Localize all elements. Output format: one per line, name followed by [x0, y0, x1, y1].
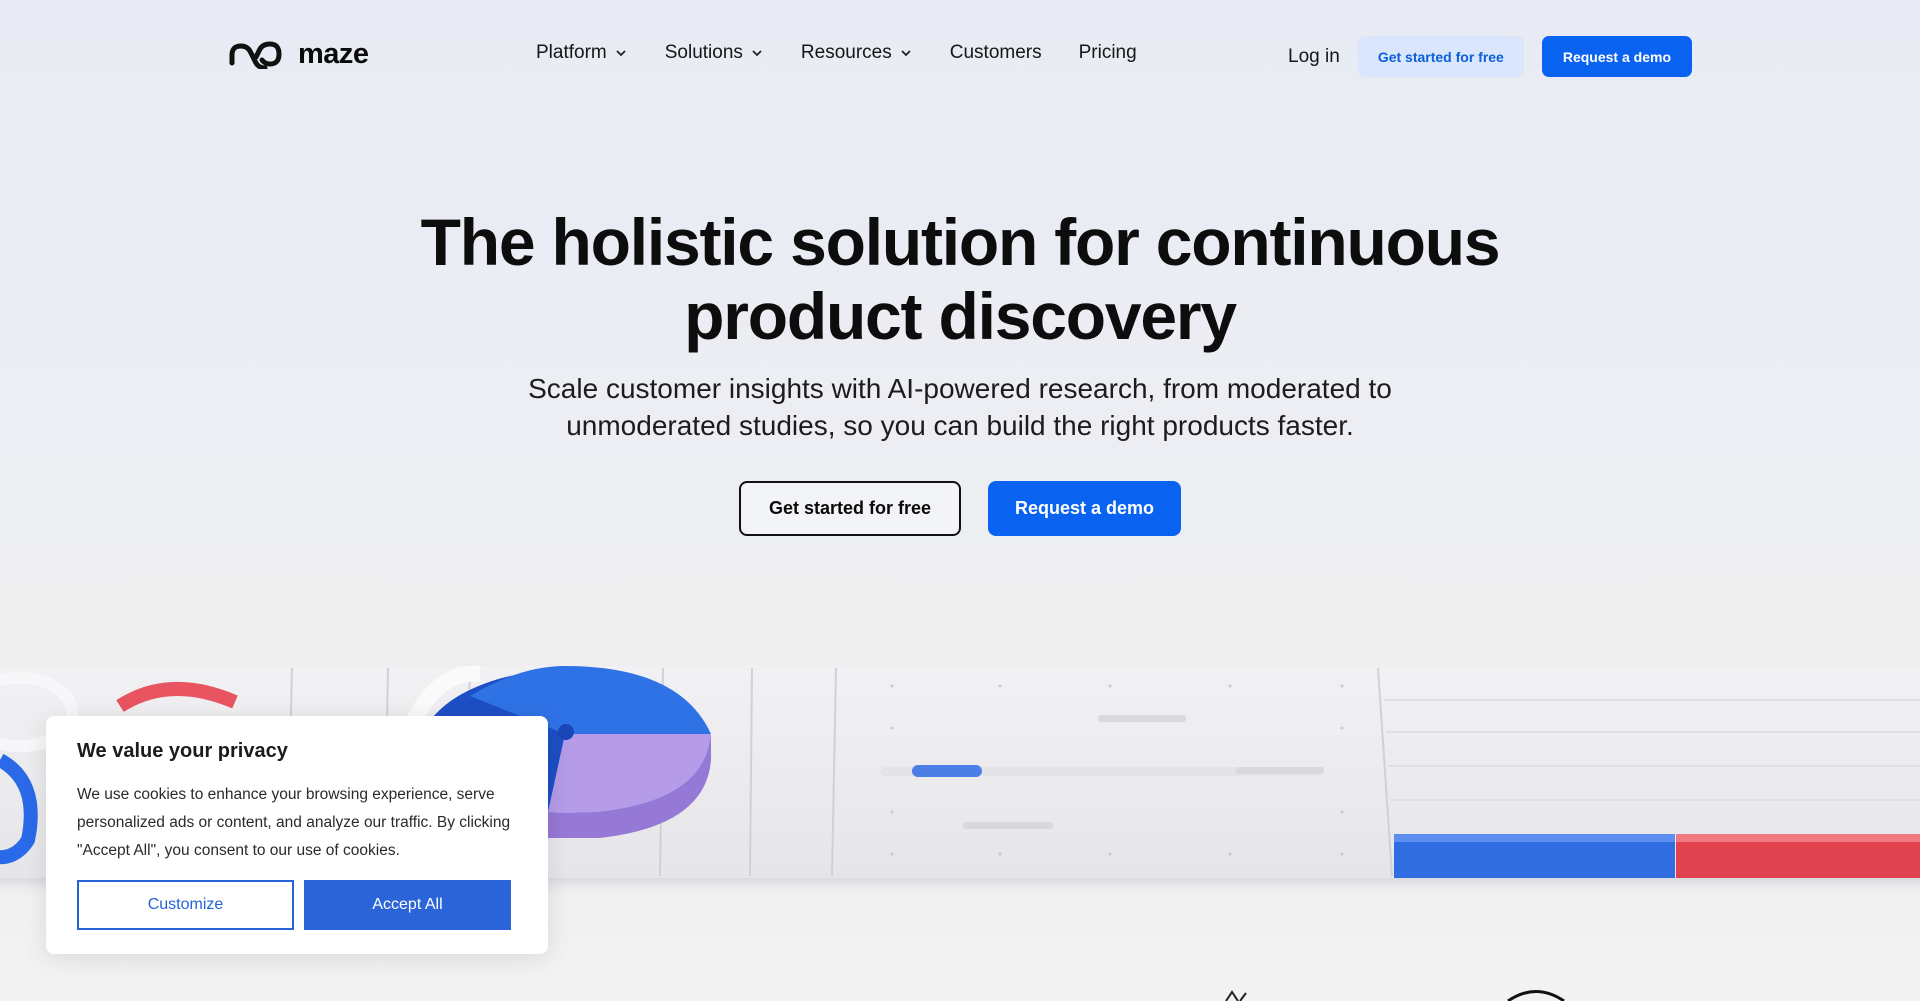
nav-item-label: Solutions: [664, 42, 743, 63]
bar-segment-blue-top: [1394, 834, 1675, 842]
hero-request-demo-button[interactable]: Request a demo: [988, 481, 1181, 536]
nav-actions: Log in Get started for free Request a de…: [1288, 36, 1692, 77]
top-navigation: maze Platform Solutions Resources Custom…: [0, 0, 1920, 112]
hero-cta-group: Get started for free Request a demo: [0, 481, 1920, 536]
customer-logo-partial-2: [1507, 990, 1565, 1001]
cookie-customize-button[interactable]: Customize: [77, 880, 294, 930]
hero-title-line-2: product discovery: [684, 279, 1237, 353]
hero-title-line-1: The holistic solution for continuous: [420, 205, 1501, 279]
cookie-actions: Customize Accept All: [77, 880, 511, 930]
maze-logo[interactable]: maze: [228, 38, 369, 71]
bar-segment-red-top: [1676, 834, 1920, 842]
nav-item-label: Platform: [536, 42, 607, 63]
placeholder-bar-right: [1236, 767, 1324, 774]
nav-item-customers[interactable]: Customers: [950, 42, 1042, 64]
customer-logos-strip: [1225, 990, 1565, 1001]
nav-item-platform[interactable]: Platform: [536, 42, 627, 64]
cookie-consent-banner: We value your privacy We use cookies to …: [46, 716, 548, 954]
customer-logo-partial-1: [1225, 990, 1247, 1001]
pie-center: [558, 724, 574, 740]
placeholder-bar-bottom: [963, 822, 1053, 829]
chevron-down-icon: [901, 50, 911, 57]
nav-item-label: Resources: [800, 42, 892, 63]
nav-item-label: Customers: [949, 42, 1042, 63]
nav-get-started-button[interactable]: Get started for free: [1357, 36, 1524, 77]
hero-subtitle-line-2: unmoderated studies, so you can build th…: [566, 410, 1354, 441]
hero-get-started-button[interactable]: Get started for free: [739, 481, 961, 536]
maze-logo-icon: [229, 40, 282, 69]
nav-item-solutions[interactable]: Solutions: [665, 42, 763, 64]
hero-subtitle: Scale customer insights with AI-powered …: [0, 370, 1920, 444]
chevron-down-icon: [616, 50, 626, 57]
nav-item-label: Pricing: [1078, 42, 1137, 63]
main-nav-links: Platform Solutions Resources Customers P…: [536, 42, 1137, 64]
logo-wordmark: maze: [298, 38, 369, 70]
cookie-accept-all-button[interactable]: Accept All: [304, 880, 511, 930]
nav-item-resources[interactable]: Resources: [801, 42, 912, 64]
hero-subtitle-line-1: Scale customer insights with AI-powered …: [528, 373, 1392, 404]
nav-item-pricing[interactable]: Pricing: [1079, 42, 1137, 64]
chevron-down-icon: [752, 50, 762, 57]
cookie-title: We value your privacy: [77, 740, 288, 762]
placeholder-bar-top: [1098, 715, 1186, 722]
login-link[interactable]: Log in: [1288, 46, 1340, 68]
slider-fill: [912, 765, 982, 777]
cookie-description: We use cookies to enhance your browsing …: [77, 786, 511, 859]
nav-request-demo-button[interactable]: Request a demo: [1541, 36, 1692, 77]
hero-title: The holistic solution for continuous pro…: [0, 205, 1920, 353]
